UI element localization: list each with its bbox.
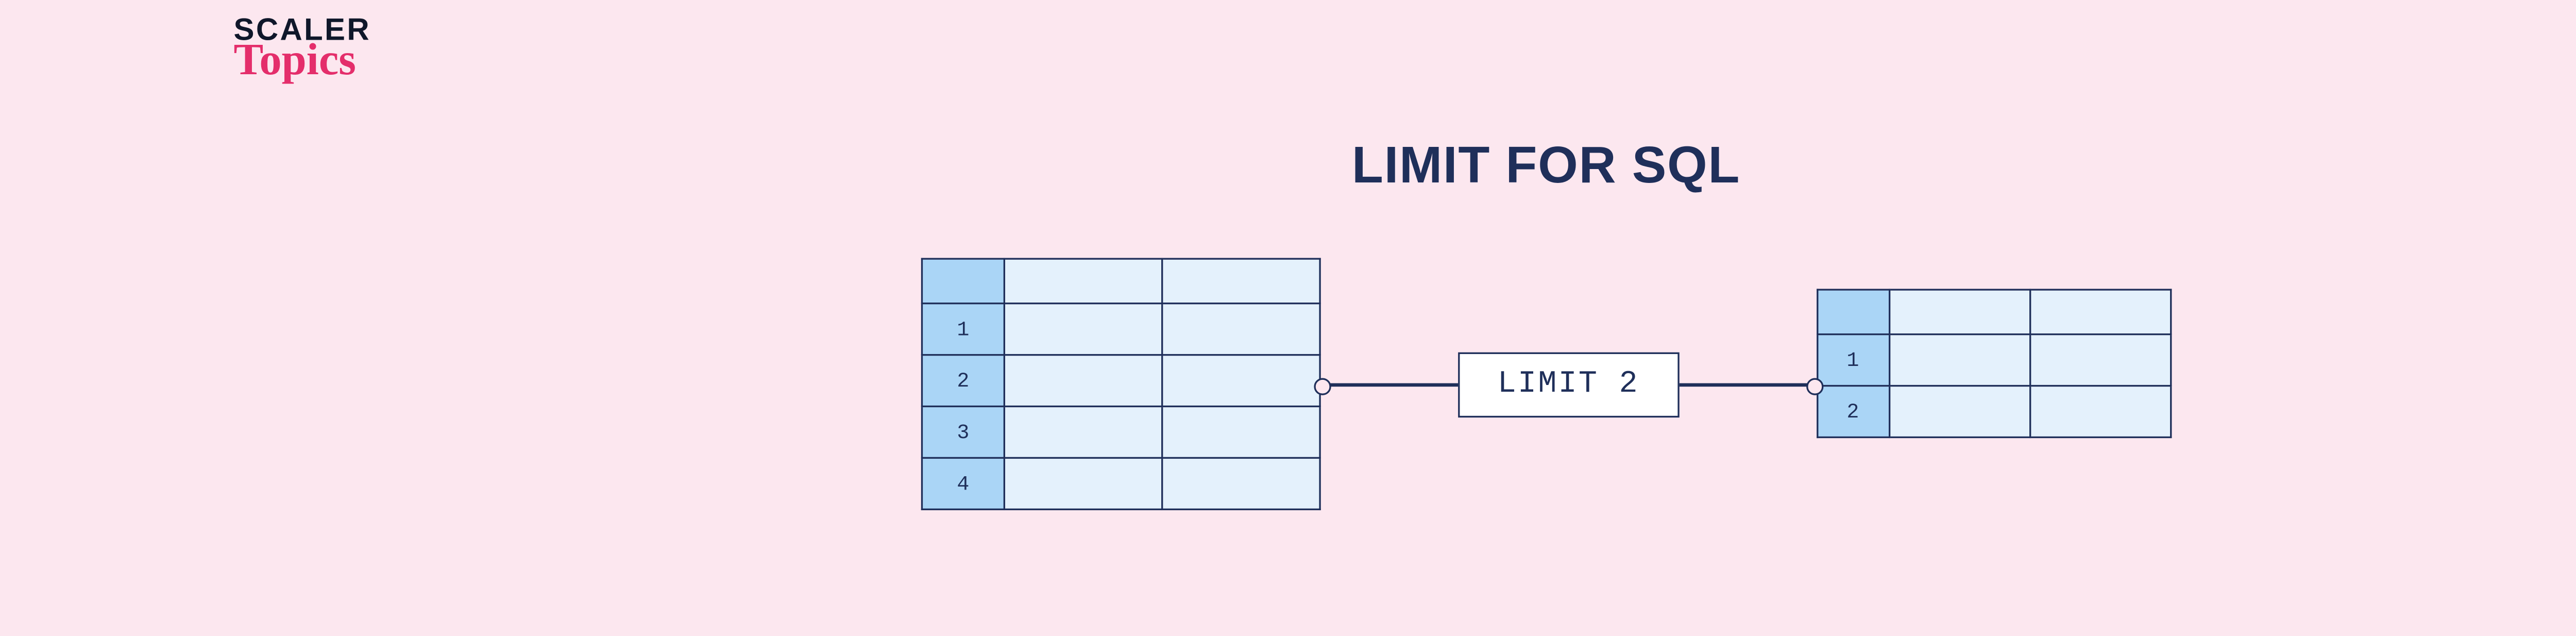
table-header-row [1817,290,2170,334]
diagram-title: LIMIT FOR SQL [1351,138,1740,196]
data-cell [1889,386,2029,438]
data-cell [2029,386,2170,438]
row-id-cell: 1 [1817,334,1889,386]
row-id-cell: 2 [1817,386,1889,438]
row-id-cell: 2 [922,355,1004,407]
table-header-cell [922,259,1004,304]
table-row: 1 [922,304,1320,355]
table-header-cell [1889,290,2029,334]
connector-line-left [1320,382,1458,386]
limit-operator-box: LIMIT 2 [1458,352,1679,417]
input-table: 1 2 3 4 [921,258,1320,510]
table-row: 1 [1817,334,2170,386]
data-cell [1162,304,1319,355]
data-cell [1162,355,1319,407]
output-table: 1 2 [1816,289,2171,438]
row-id-cell: 4 [922,458,1004,509]
data-cell [1162,458,1319,509]
table-row: 3 [922,406,1320,458]
table-header-row [922,259,1320,304]
logo-text-topics: Topics [233,38,370,83]
data-cell [1889,334,2029,386]
diagram-canvas: SCALER Topics LIMIT FOR SQL 1 2 3 [2,1,2576,635]
data-cell [2029,334,2170,386]
row-id-cell: 1 [922,304,1004,355]
data-cell [1004,304,1162,355]
table-header-cell [1162,259,1319,304]
row-id-cell: 3 [922,406,1004,458]
table-header-cell [1817,290,1889,334]
table-row: 2 [922,355,1320,407]
data-cell [1004,406,1162,458]
connector-line-right [1679,382,1816,386]
table-row: 2 [1817,386,2170,438]
table-header-cell [2029,290,2170,334]
data-cell [1004,355,1162,407]
limit-diagram: 1 2 3 4 LIMIT 2 [921,258,2171,510]
table-row: 4 [922,458,1320,509]
table-header-cell [1004,259,1162,304]
brand-logo: SCALER Topics [233,14,370,83]
data-cell [1162,406,1319,458]
data-cell [1004,458,1162,509]
